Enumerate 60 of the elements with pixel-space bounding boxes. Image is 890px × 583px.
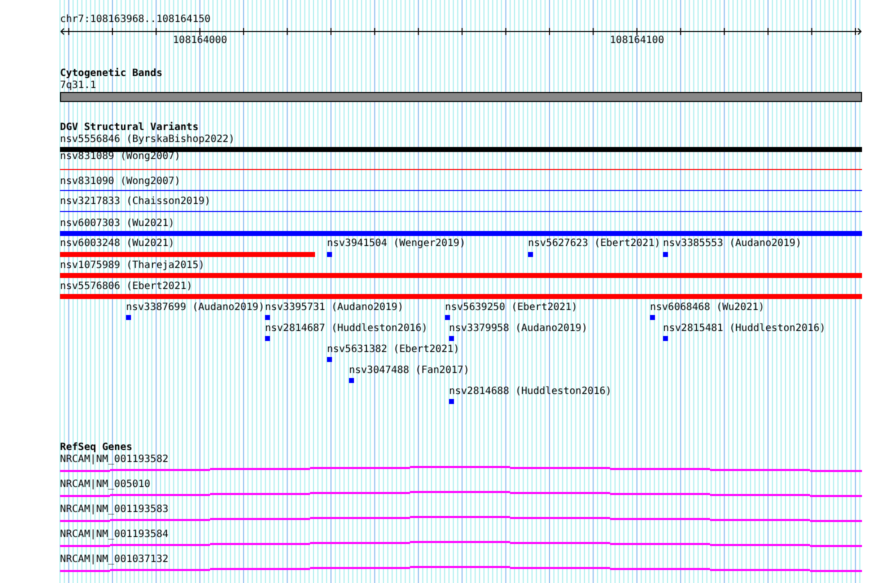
variant-marker[interactable] bbox=[327, 357, 332, 362]
variant-label[interactable]: nsv1075989 (Thareja2015) bbox=[60, 260, 204, 272]
gene-line[interactable] bbox=[59, 541, 863, 547]
variant-marker[interactable] bbox=[327, 252, 332, 257]
variant-label[interactable]: nsv831090 (Wong2007) bbox=[60, 176, 180, 188]
variant-label[interactable]: nsv3387699 (Audano2019) bbox=[126, 302, 264, 314]
track-title: Cytogenetic Bands bbox=[60, 68, 162, 80]
variant-marker[interactable] bbox=[445, 315, 450, 320]
variant-marker[interactable] bbox=[663, 252, 668, 257]
tick-label: 108164100 bbox=[610, 35, 664, 47]
variant-label[interactable]: nsv3379958 (Audano2019) bbox=[449, 323, 588, 335]
variant-marker[interactable] bbox=[449, 399, 454, 404]
gene-label[interactable]: NRCAM|NM_001193584 bbox=[60, 529, 168, 541]
location-label: chr7:108163968..108164150 bbox=[60, 14, 211, 26]
variant-marker[interactable] bbox=[449, 336, 454, 341]
variant-label[interactable]: nsv6007303 (Wu2021) bbox=[60, 218, 174, 230]
variant-label[interactable]: nsv3395731 (Audano2019) bbox=[265, 302, 404, 314]
variant-label[interactable]: nsv5639250 (Ebert2021) bbox=[445, 302, 578, 314]
gene-label[interactable]: NRCAM|NM_005010 bbox=[60, 479, 150, 491]
variant-bar[interactable] bbox=[60, 294, 862, 299]
variant-label[interactable]: nsv5631382 (Ebert2021) bbox=[327, 344, 460, 356]
variant-bar[interactable] bbox=[60, 231, 862, 236]
variant-bar[interactable] bbox=[60, 147, 862, 152]
track-title: RefSeq Genes bbox=[60, 442, 132, 454]
variant-marker[interactable] bbox=[528, 252, 533, 257]
variant-marker[interactable] bbox=[663, 336, 668, 341]
variant-line[interactable] bbox=[60, 211, 862, 212]
variant-bar[interactable] bbox=[60, 273, 862, 278]
variant-label[interactable]: nsv3217833 (Chaisson2019) bbox=[60, 196, 211, 208]
gene-line[interactable] bbox=[59, 466, 863, 472]
band-label[interactable]: 7q31.1 bbox=[60, 80, 96, 92]
variant-bar[interactable] bbox=[60, 252, 315, 257]
variant-marker[interactable] bbox=[265, 315, 270, 320]
variant-label[interactable]: nsv6003248 (Wu2021) bbox=[60, 238, 174, 250]
variant-marker[interactable] bbox=[650, 315, 655, 320]
variant-label[interactable]: nsv5627623 (Ebert2021) bbox=[528, 238, 660, 250]
gene-label[interactable]: NRCAM|NM_001037132 bbox=[60, 554, 168, 566]
variant-label[interactable]: nsv831089 (Wong2007) bbox=[60, 151, 180, 163]
variant-label[interactable]: nsv6068468 (Wu2021) bbox=[650, 302, 764, 314]
variant-label[interactable]: nsv2814687 (Huddleston2016) bbox=[265, 323, 428, 335]
variant-label[interactable]: nsv2815481 (Huddleston2016) bbox=[663, 323, 826, 335]
variant-line[interactable] bbox=[60, 169, 862, 170]
variant-marker[interactable] bbox=[349, 378, 354, 383]
tick-label: 108164000 bbox=[172, 35, 228, 47]
gene-label[interactable]: NRCAM|NM_001193582 bbox=[60, 454, 168, 466]
gene-line[interactable] bbox=[59, 491, 863, 497]
variant-marker[interactable] bbox=[126, 315, 131, 320]
variant-line[interactable] bbox=[60, 190, 862, 191]
variant-label[interactable]: nsv2814688 (Huddleston2016) bbox=[449, 386, 612, 398]
variant-marker[interactable] bbox=[265, 336, 270, 341]
variant-label[interactable]: nsv5556846 (ByrskaBishop2022) bbox=[60, 134, 235, 146]
gene-line[interactable] bbox=[59, 516, 863, 522]
variant-label[interactable]: nsv3941504 (Wenger2019) bbox=[327, 238, 466, 250]
gene-line[interactable] bbox=[59, 566, 863, 572]
chromosome-band[interactable] bbox=[60, 92, 862, 102]
track-title: DGV Structural Variants bbox=[60, 122, 198, 134]
variant-label[interactable]: nsv3385553 (Audano2019) bbox=[663, 238, 802, 250]
variant-label[interactable]: nsv3047488 (Fan2017) bbox=[349, 365, 470, 377]
gene-label[interactable]: NRCAM|NM_001193583 bbox=[60, 504, 168, 516]
variant-label[interactable]: nsv5576806 (Ebert2021) bbox=[60, 281, 192, 293]
